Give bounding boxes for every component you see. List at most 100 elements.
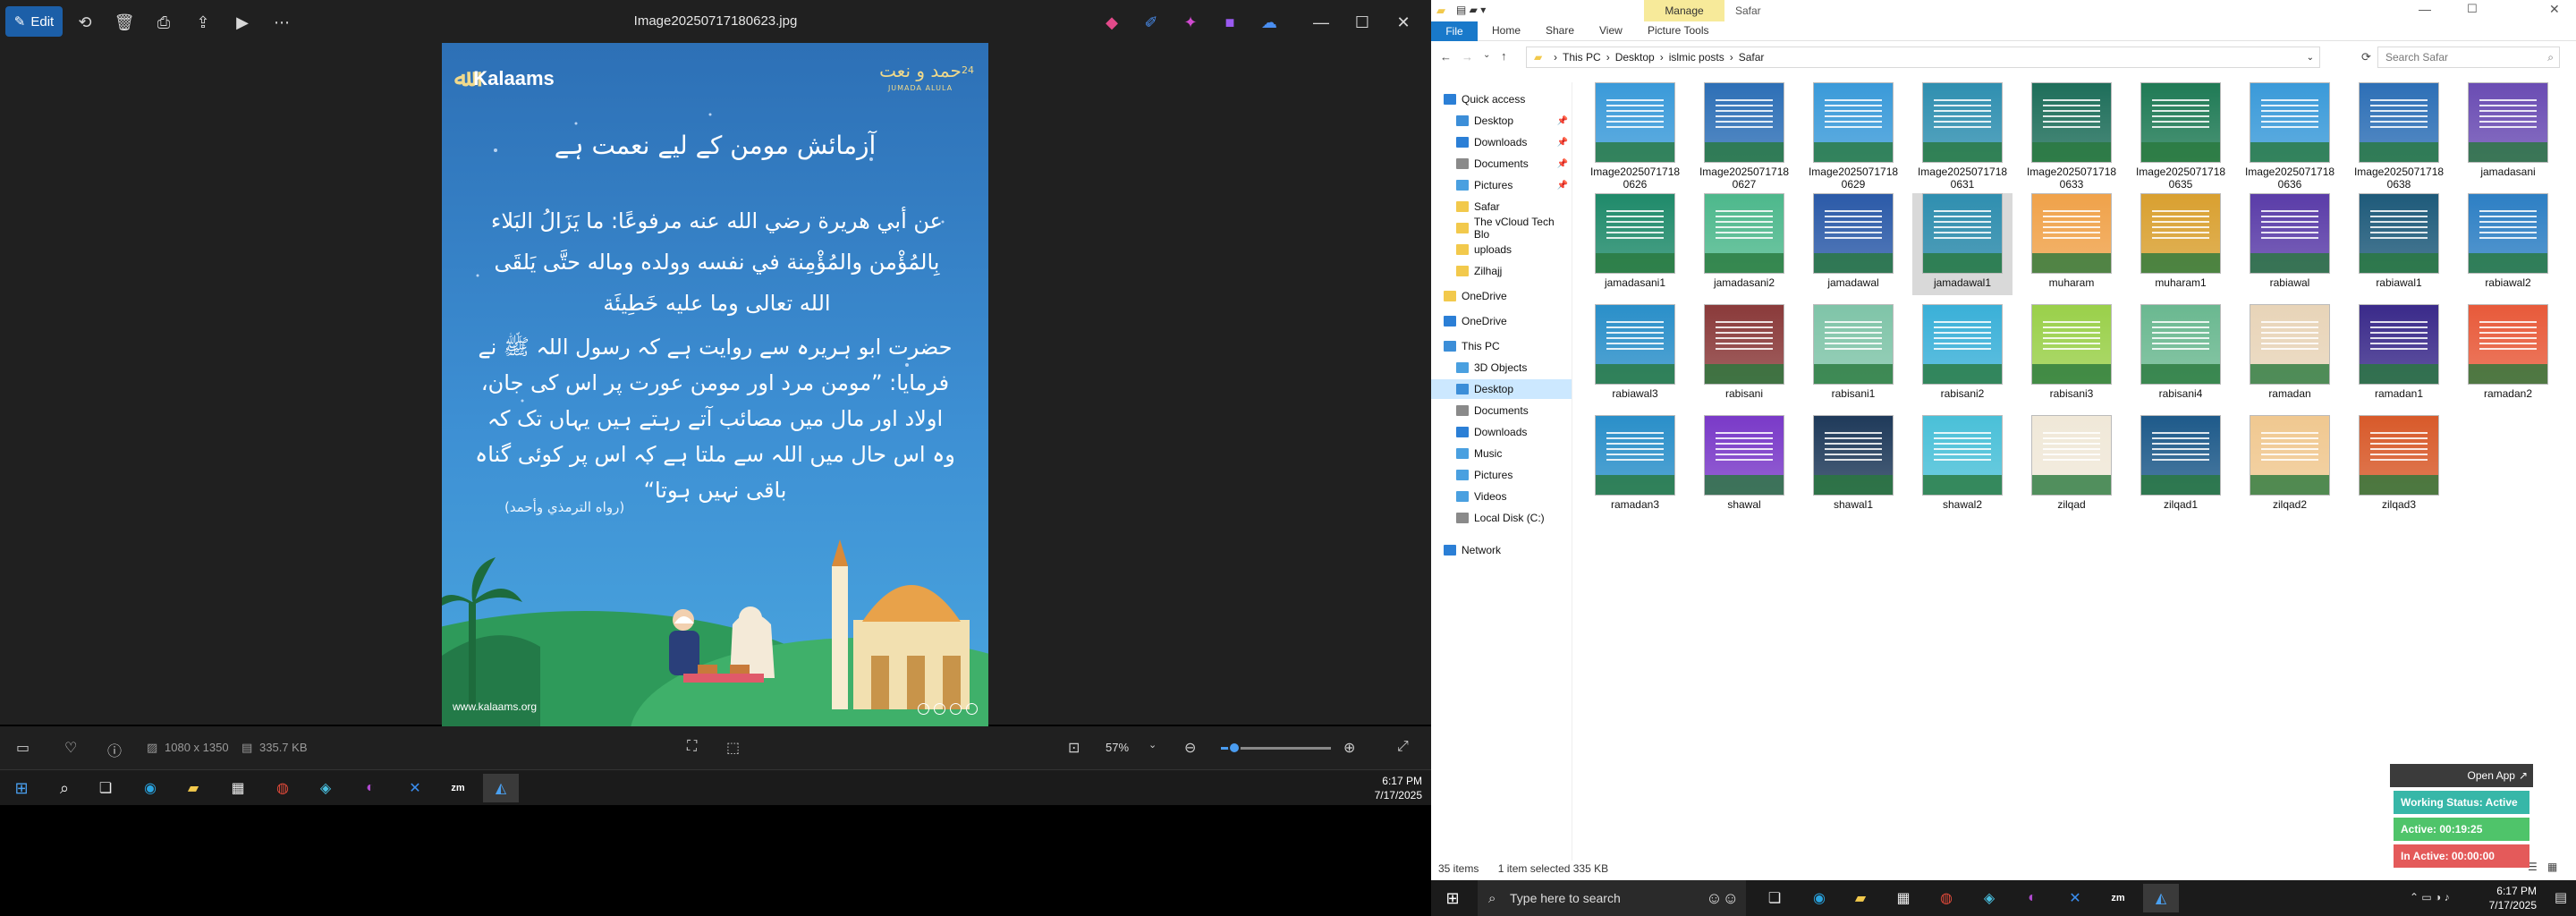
- forward-icon[interactable]: →: [1462, 50, 1473, 64]
- nav-item[interactable]: 3D Objects: [1431, 358, 1572, 377]
- clock-left[interactable]: 6:17 PM 7/17/2025: [1375, 774, 1422, 802]
- github-desktop-icon[interactable]: ◐: [2014, 884, 2050, 912]
- nav-item[interactable]: Videos: [1431, 487, 1572, 506]
- file-item[interactable]: Image2025071718 0638: [2349, 82, 2449, 191]
- start-icon[interactable]: ⊞: [1435, 884, 1470, 912]
- zoom-in-icon[interactable]: ⊕: [1343, 739, 1355, 757]
- edge-icon[interactable]: ◉: [1801, 884, 1837, 912]
- erase-icon[interactable]: ✦: [1177, 9, 1204, 36]
- breadcrumb-safar[interactable]: Safar: [1739, 51, 1765, 64]
- clock-right[interactable]: 6:17 PM 7/17/2025: [2489, 884, 2537, 912]
- file-item[interactable]: rabisani4: [2131, 304, 2231, 406]
- clipchamp-icon[interactable]: ■: [1216, 9, 1243, 36]
- file-item[interactable]: Image2025071718 0636: [2240, 82, 2340, 191]
- zoom-level[interactable]: 57%: [1106, 741, 1129, 754]
- zoom-slider[interactable]: [1221, 742, 1331, 754]
- nav-item[interactable]: Pictures: [1431, 465, 1572, 485]
- refresh-icon[interactable]: ⟳: [2361, 50, 2371, 64]
- file-item[interactable]: ramadan: [2240, 304, 2340, 406]
- search-icon[interactable]: ⌕: [47, 774, 82, 802]
- print-icon[interactable]: ⎙: [150, 9, 177, 36]
- file-item[interactable]: rabiawal2: [2458, 193, 2558, 295]
- info-icon[interactable]: ⓘ: [107, 739, 122, 760]
- file-item[interactable]: rabiawal3: [1585, 304, 1685, 406]
- nav-item[interactable]: Safar: [1431, 197, 1572, 216]
- favorite-icon[interactable]: ♡: [64, 739, 77, 757]
- file-item[interactable]: jamadasani: [2458, 82, 2558, 184]
- search-box[interactable]: Search Safar ⌕: [2377, 47, 2560, 68]
- file-item[interactable]: zilqad1: [2131, 415, 2231, 517]
- enhance-icon[interactable]: ⬚: [726, 739, 740, 757]
- chrome-icon[interactable]: ◍: [1928, 884, 1964, 912]
- nav-item[interactable]: Documents: [1431, 401, 1572, 420]
- notifications-icon[interactable]: ▤: [2555, 889, 2567, 905]
- file-item[interactable]: rabisani: [1694, 304, 1794, 406]
- nav-item[interactable]: Documents 📌: [1431, 154, 1572, 174]
- nav-item[interactable]: Downloads 📌: [1431, 132, 1572, 152]
- file-item[interactable]: muharam: [2021, 193, 2122, 295]
- back-icon[interactable]: ←: [1440, 50, 1452, 64]
- share-icon[interactable]: ⇪: [190, 9, 216, 36]
- tab-share[interactable]: Share: [1546, 24, 1574, 37]
- fullscreen-icon[interactable]: ⤢: [1397, 739, 1409, 755]
- file-item[interactable]: rabisani2: [1912, 304, 2012, 406]
- nav-item[interactable]: This PC: [1431, 336, 1572, 356]
- filmstrip-icon[interactable]: ▭: [16, 739, 30, 757]
- file-item[interactable]: zilqad2: [2240, 415, 2340, 517]
- edit-button[interactable]: ✎ Edit: [5, 6, 63, 37]
- nav-item[interactable]: Desktop: [1431, 379, 1572, 399]
- breadcrumb-desktop[interactable]: Desktop: [1615, 51, 1655, 64]
- maximize-icon[interactable]: ☐: [1349, 9, 1376, 36]
- nav-item[interactable]: Music: [1431, 444, 1572, 463]
- edit-image-icon[interactable]: ✐: [1138, 9, 1165, 36]
- breadcrumb-this-pc[interactable]: This PC: [1563, 51, 1601, 64]
- file-item[interactable]: muharam1: [2131, 193, 2231, 295]
- manage-tab[interactable]: Manage: [1644, 0, 1724, 21]
- address-dropdown-icon[interactable]: ⌄: [2307, 53, 2314, 63]
- nav-item[interactable]: Pictures 📌: [1431, 175, 1572, 195]
- tab-home[interactable]: Home: [1492, 24, 1521, 37]
- up-icon[interactable]: ↑: [1501, 49, 1507, 63]
- nav-item[interactable]: The vCloud Tech Blo: [1431, 216, 1572, 241]
- file-explorer-icon[interactable]: ▰: [175, 774, 211, 802]
- address-bar[interactable]: ▰ › This PC › Desktop › islmic posts › S…: [1526, 47, 2320, 68]
- quick-access-toolbar-icon[interactable]: ▤ ▰ ▾: [1456, 4, 1486, 16]
- breadcrumb-islmic-posts[interactable]: islmic posts: [1669, 51, 1724, 64]
- system-tray-icons[interactable]: ⌃ ▭ ◑ ♪: [2410, 891, 2450, 903]
- vscode-icon[interactable]: ✕: [397, 774, 433, 802]
- tab-picture-tools[interactable]: Picture Tools: [1648, 24, 1708, 37]
- close-icon[interactable]: ✕: [2549, 2, 2560, 17]
- file-item[interactable]: Image2025071718 0631: [1912, 82, 2012, 191]
- copilot-icon[interactable]: ◆: [1098, 9, 1125, 36]
- nav-item[interactable]: Network: [1431, 540, 1572, 560]
- more-options-icon[interactable]: ⋯: [268, 9, 295, 36]
- file-item[interactable]: shawal: [1694, 415, 1794, 517]
- file-item[interactable]: rabiawal1: [2349, 193, 2449, 295]
- photos-app-icon[interactable]: ◭: [483, 774, 519, 802]
- file-item[interactable]: zilqad: [2021, 415, 2122, 517]
- file-item[interactable]: rabisani3: [2021, 304, 2122, 406]
- file-item[interactable]: rabiawal: [2240, 193, 2340, 295]
- zoom-app-icon[interactable]: zm: [2100, 884, 2136, 912]
- zoom-dropdown-icon[interactable]: ⌄: [1148, 739, 1157, 751]
- tab-file[interactable]: File: [1431, 21, 1478, 41]
- nav-item[interactable]: Downloads: [1431, 422, 1572, 442]
- file-item[interactable]: zilqad3: [2349, 415, 2449, 517]
- file-item[interactable]: jamadasani1: [1585, 193, 1685, 295]
- file-item[interactable]: ramadan1: [2349, 304, 2449, 406]
- large-icons-view-icon[interactable]: ▦: [2547, 861, 2557, 873]
- edge-icon[interactable]: ◉: [132, 774, 168, 802]
- zoom-app-icon[interactable]: zm: [440, 774, 476, 802]
- file-explorer-icon[interactable]: ▰: [1843, 884, 1878, 912]
- file-item[interactable]: ramadan3: [1585, 415, 1685, 517]
- store-icon[interactable]: ▦: [1885, 884, 1921, 912]
- tab-view[interactable]: View: [1599, 24, 1623, 37]
- nav-item[interactable]: Local Disk (C:): [1431, 508, 1572, 528]
- start-icon[interactable]: ⊞: [4, 774, 39, 802]
- close-icon[interactable]: ✕: [1390, 9, 1417, 36]
- file-item[interactable]: rabisani1: [1803, 304, 1903, 406]
- cloud-icon[interactable]: ☁: [1256, 9, 1283, 36]
- task-view-icon[interactable]: ❏: [1757, 884, 1792, 912]
- zoom-out-icon[interactable]: ⊖: [1184, 739, 1196, 757]
- file-item[interactable]: jamadawal: [1803, 193, 1903, 295]
